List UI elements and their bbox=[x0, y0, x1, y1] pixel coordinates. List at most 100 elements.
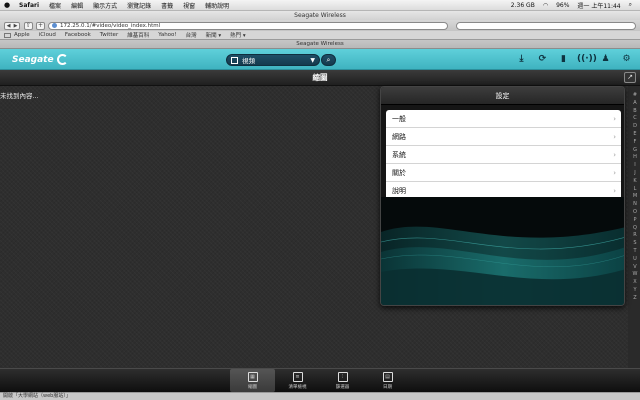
alphabet-index-letter[interactable]: Z bbox=[633, 295, 636, 303]
alphabet-index-letter[interactable]: M bbox=[633, 193, 637, 201]
bookmark-apple[interactable]: Apple bbox=[14, 32, 30, 38]
bookmark-taiwan[interactable]: 台灣 bbox=[186, 31, 197, 39]
alphabet-index-letter[interactable]: G bbox=[633, 147, 637, 155]
bookmark-yahoo[interactable]: Yahoo! bbox=[158, 32, 176, 38]
menu-history[interactable]: 瀏覽記錄 bbox=[122, 1, 156, 10]
export-button[interactable]: ↗ bbox=[624, 72, 636, 83]
chevron-right-icon: › bbox=[613, 150, 616, 159]
tab-thumbnails[interactable]: ▦ 縮圖 bbox=[230, 369, 275, 392]
settings-title: 設定 bbox=[381, 87, 624, 105]
alphabet-index-letter[interactable]: R bbox=[633, 232, 636, 240]
menu-bookmarks[interactable]: 書籤 bbox=[156, 1, 178, 10]
view-title: 縮圖 bbox=[0, 70, 640, 86]
menu-edit[interactable]: 編輯 bbox=[66, 1, 88, 10]
bookmark-facebook[interactable]: Facebook bbox=[65, 32, 91, 38]
share-button[interactable]: ⇧ bbox=[24, 21, 33, 30]
settings-item-network[interactable]: 網路 › bbox=[386, 128, 621, 146]
search-field[interactable] bbox=[456, 21, 636, 30]
alphabet-index-letter[interactable]: B bbox=[633, 108, 636, 116]
tab-date[interactable]: ▤ 日期 bbox=[365, 369, 410, 392]
alphabet-index-letter[interactable]: N bbox=[633, 201, 637, 209]
alphabet-index-letter[interactable]: A bbox=[633, 100, 636, 108]
alphabet-index-letter[interactable]: J bbox=[634, 170, 635, 178]
settings-popover: 設定 一般 › 網路 › 系統 › 關於 › 說明 › bbox=[380, 86, 625, 306]
chevron-right-icon: › bbox=[613, 114, 616, 123]
decorative-wave bbox=[381, 197, 624, 305]
alphabet-index-letter[interactable]: H bbox=[633, 154, 637, 162]
address-bar[interactable]: 172.25.0.1/#video/video_index.html bbox=[48, 21, 448, 30]
alphabet-index-letter[interactable]: C bbox=[633, 115, 637, 123]
battery-indicator[interactable]: 96% bbox=[552, 2, 573, 9]
forward-icon[interactable]: ▶ bbox=[14, 23, 18, 29]
seagate-swirl-icon bbox=[56, 54, 68, 65]
tab-list-view[interactable]: ≡ 清單檢視 bbox=[275, 369, 320, 392]
add-bookmark-button[interactable]: + bbox=[36, 21, 45, 30]
battery-icon[interactable]: ▮ bbox=[556, 53, 571, 66]
alphabet-index-letter[interactable]: X bbox=[633, 279, 636, 287]
alphabet-index-letter[interactable]: U bbox=[633, 256, 637, 264]
mac-menubar: ● Safari 檔案 編輯 顯示方式 瀏覽記錄 書籤 視窗 輔助說明 2.36… bbox=[0, 0, 640, 11]
users-icon[interactable]: ♟ bbox=[598, 53, 613, 66]
chevron-right-icon: › bbox=[613, 132, 616, 141]
menu-window[interactable]: 視窗 bbox=[178, 1, 200, 10]
alphabet-index-letter[interactable]: I bbox=[634, 162, 635, 170]
bookmarks-icon[interactable] bbox=[4, 32, 11, 38]
bookmark-icloud[interactable]: iCloud bbox=[39, 32, 56, 38]
settings-item-system[interactable]: 系統 › bbox=[386, 146, 621, 164]
alphabet-index-letter[interactable]: E bbox=[633, 131, 636, 139]
alphabet-index[interactable]: # A B C D E F G H I J K L M N O P Q R S T U V W X Y Z bbox=[630, 92, 640, 303]
bookmarks-bar: Apple iCloud Facebook Twitter 維基百科 Yahoo… bbox=[0, 31, 640, 40]
back-forward-buttons[interactable]: ◀ ▶ bbox=[4, 21, 20, 30]
calendar-icon: ▤ bbox=[382, 371, 393, 382]
alphabet-index-letter[interactable]: D bbox=[633, 123, 637, 131]
bookmark-news[interactable]: 新聞 ▾ bbox=[206, 31, 222, 39]
app-header: Seagate 視頻 ▼ ⌕ ⤓ ⟳ ▮ ((·)) ♟ ⚙ bbox=[0, 49, 640, 70]
alphabet-index-letter[interactable]: F bbox=[634, 139, 637, 147]
settings-list: 一般 › 網路 › 系統 › 關於 › 說明 › bbox=[386, 110, 621, 200]
bookmark-wikipedia[interactable]: 維基百科 bbox=[127, 31, 149, 39]
empty-message: 未找到內容... bbox=[0, 92, 39, 100]
settings-item-label: 關於 bbox=[392, 168, 406, 177]
alphabet-index-letter[interactable]: O bbox=[633, 209, 637, 217]
alphabet-index-letter[interactable]: S bbox=[633, 240, 636, 248]
alphabet-index-letter[interactable]: L bbox=[634, 186, 637, 194]
url-text[interactable]: 172.25.0.1/#video/video_index.html bbox=[60, 23, 160, 29]
apple-icon[interactable]: ● bbox=[0, 1, 14, 9]
gear-icon[interactable]: ⚙ bbox=[619, 53, 634, 66]
globe-icon bbox=[52, 23, 57, 28]
menubar-status: 2.36 GB ◠ 96% 週一 上午11:44 ⌕ bbox=[507, 1, 640, 10]
wifi-icon[interactable]: ◠ bbox=[539, 2, 552, 9]
alphabet-index-letter[interactable]: K bbox=[633, 178, 636, 186]
alphabet-index-letter[interactable]: T bbox=[633, 248, 636, 256]
bookmark-twitter[interactable]: Twitter bbox=[100, 32, 118, 38]
tab-filter[interactable]: ⫶ 篩選器 bbox=[320, 369, 365, 392]
menu-file[interactable]: 檔案 bbox=[44, 1, 66, 10]
search-button[interactable]: ⌕ bbox=[321, 54, 336, 66]
storage-indicator[interactable]: 2.36 GB bbox=[507, 2, 539, 9]
filter-icon: ⫶ bbox=[337, 371, 348, 382]
tab-label: 清單檢視 bbox=[288, 384, 307, 390]
alphabet-index-letter[interactable]: V bbox=[633, 264, 636, 272]
bookmark-popular[interactable]: 熱門 ▾ bbox=[230, 31, 246, 39]
menu-app[interactable]: Safari bbox=[14, 2, 44, 9]
download-icon[interactable]: ⤓ bbox=[514, 53, 529, 66]
browser-tab[interactable]: Seagate Wireless bbox=[0, 40, 640, 49]
media-type-dropdown[interactable]: 視頻 ▼ bbox=[226, 54, 320, 66]
alphabet-index-letter[interactable]: W bbox=[633, 271, 638, 279]
spotlight-icon[interactable]: ⌕ bbox=[625, 1, 636, 9]
refresh-icon[interactable]: ⟳ bbox=[535, 53, 550, 66]
clock[interactable]: 週一 上午11:44 bbox=[573, 1, 624, 10]
seagate-logo: Seagate bbox=[12, 54, 68, 65]
alphabet-index-letter[interactable]: # bbox=[633, 92, 637, 100]
alphabet-index-letter[interactable]: Y bbox=[633, 287, 636, 295]
settings-item-label: 說明 bbox=[392, 187, 406, 195]
settings-item-general[interactable]: 一般 › bbox=[386, 110, 621, 128]
alphabet-index-letter[interactable]: P bbox=[633, 217, 636, 225]
menu-view[interactable]: 顯示方式 bbox=[88, 1, 122, 10]
back-icon[interactable]: ◀ bbox=[7, 23, 11, 29]
alphabet-index-letter[interactable]: Q bbox=[633, 225, 637, 233]
window-titlebar: Seagate Wireless bbox=[0, 11, 640, 20]
settings-item-about[interactable]: 關於 › bbox=[386, 164, 621, 182]
menu-help[interactable]: 輔助說明 bbox=[200, 1, 234, 10]
wireless-icon[interactable]: ((·)) bbox=[577, 53, 597, 66]
